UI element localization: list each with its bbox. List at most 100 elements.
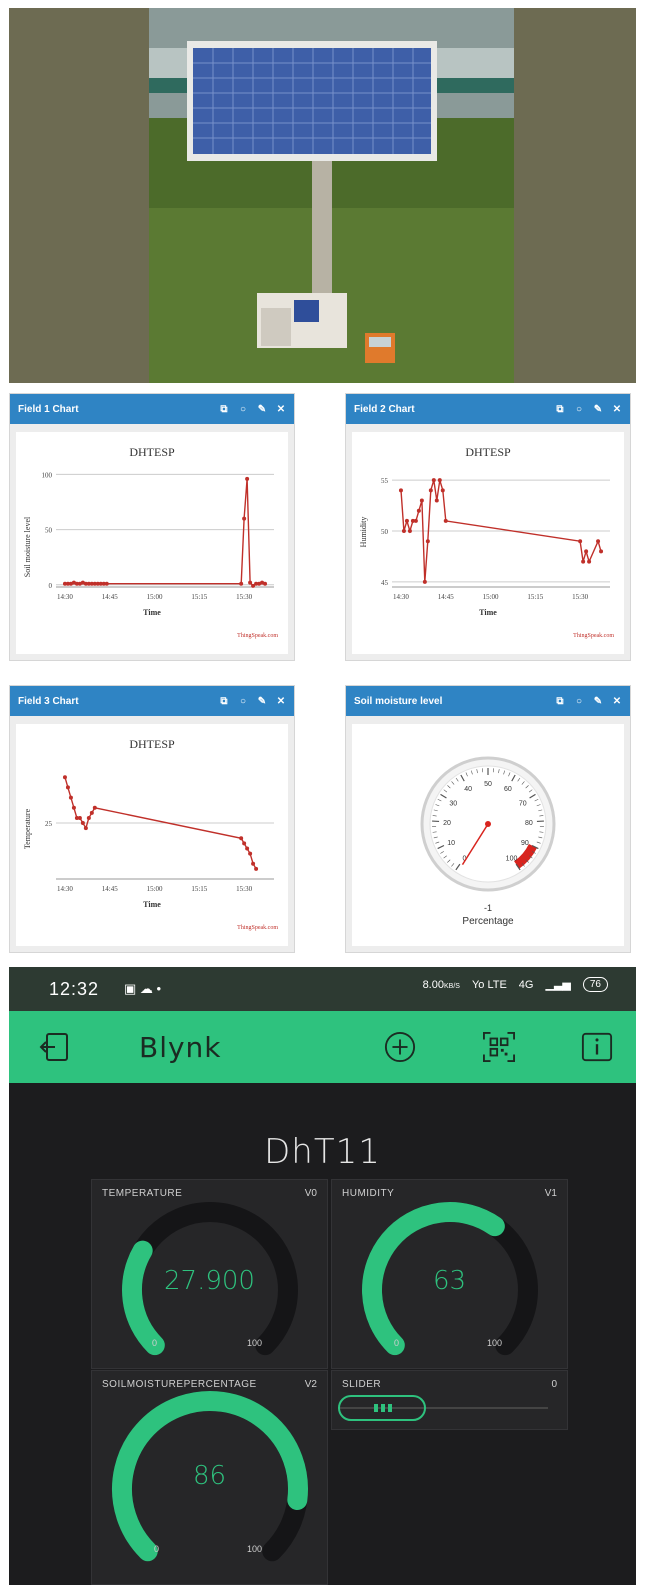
data-point[interactable] (401, 529, 406, 534)
data-point[interactable] (587, 559, 592, 564)
data-point[interactable] (89, 810, 94, 815)
close-icon[interactable]: ✕ (612, 404, 622, 415)
comment-icon[interactable]: ○ (238, 696, 248, 707)
data-point[interactable] (254, 866, 259, 871)
widget-value: 63 (432, 1266, 467, 1296)
y-axis-label: Soil moisture level (23, 516, 32, 577)
data-point[interactable] (437, 478, 442, 483)
app-title: Blynk (139, 1031, 222, 1064)
data-point[interactable] (422, 579, 427, 584)
gauge-min: 0 (154, 1544, 160, 1554)
photo-illustration (9, 8, 636, 383)
edit-pencil-icon[interactable]: ✎ (593, 404, 603, 415)
data-point[interactable] (83, 826, 88, 831)
data-point[interactable] (251, 861, 256, 866)
data-point[interactable] (245, 846, 250, 851)
data-point[interactable] (428, 488, 433, 493)
ts-panel-field3: Field 3 Chart ⧉ ○ ✎ ✕ DHTESP Time Temper… (9, 685, 295, 953)
ts-panel-header: Soil moisture level ⧉ ○ ✎ ✕ (346, 686, 630, 716)
humidity-gauge-widget[interactable]: HUMIDITY V1 63 0 100 (331, 1179, 568, 1369)
data-point[interactable] (86, 815, 91, 820)
series-line (65, 478, 266, 587)
x-tick-label: 14:45 (438, 593, 454, 601)
edit-pencil-icon[interactable]: ✎ (257, 404, 267, 415)
ts-panel-header: Field 3 Chart ⧉ ○ ✎ ✕ (10, 686, 294, 716)
data-point[interactable] (407, 529, 412, 534)
chart-title: DHTESP (129, 737, 175, 751)
ts-panel-header: Field 2 Chart ⧉ ○ ✎ ✕ (346, 394, 630, 424)
close-icon[interactable]: ✕ (612, 696, 622, 707)
y-tick-label: 0 (49, 582, 53, 590)
data-point[interactable] (239, 581, 244, 586)
blynk-phone-screen: 12:32 ▣ ☁ • 8.00KB/S Yo LTE 4G ▁▃▅ 76 Bl… (9, 967, 636, 1585)
data-point[interactable] (104, 581, 109, 586)
external-link-icon[interactable]: ⧉ (555, 696, 565, 707)
data-point[interactable] (416, 508, 421, 513)
data-point[interactable] (599, 549, 604, 554)
status-time: 12:32 (49, 979, 100, 999)
ts-panel-header: Field 1 Chart ⧉ ○ ✎ ✕ (10, 394, 294, 424)
gauge-fill (122, 1240, 165, 1356)
data-point[interactable] (581, 559, 586, 564)
widget-pin: V0 (304, 1188, 317, 1199)
edit-pencil-icon[interactable]: ✎ (593, 696, 603, 707)
soil-moisture-gauge: -1 Percentage 0102030405060708090100 (420, 756, 556, 927)
external-link-icon[interactable]: ⧉ (219, 404, 229, 415)
data-point[interactable] (92, 805, 97, 810)
close-icon[interactable]: ✕ (276, 404, 286, 415)
exit-icon[interactable] (39, 1031, 71, 1063)
data-point[interactable] (248, 580, 253, 585)
info-icon[interactable] (580, 1031, 614, 1063)
data-point[interactable] (77, 815, 82, 820)
qr-code-icon[interactable] (481, 1031, 517, 1063)
data-point[interactable] (419, 498, 424, 503)
data-point[interactable] (443, 518, 448, 523)
gauge-tick-label: 10 (447, 840, 455, 847)
data-point[interactable] (248, 851, 253, 856)
data-point[interactable] (413, 518, 418, 523)
widget-pin: V2 (304, 1379, 317, 1390)
data-point[interactable] (242, 516, 247, 521)
gauge-hub (485, 821, 491, 827)
comment-icon[interactable]: ○ (238, 404, 248, 415)
solar-panel-photo (9, 8, 636, 383)
edit-pencil-icon[interactable]: ✎ (257, 696, 267, 707)
data-point[interactable] (68, 795, 73, 800)
data-point[interactable] (431, 478, 436, 483)
y-tick-label: 100 (42, 471, 53, 479)
comment-icon[interactable]: ○ (574, 404, 584, 415)
data-point[interactable] (404, 518, 409, 523)
x-tick-label: 15:00 (147, 593, 163, 601)
data-point[interactable] (440, 488, 445, 493)
y-tick-label: 50 (381, 528, 389, 536)
widget-label: HUMIDITY (342, 1188, 395, 1199)
data-point[interactable] (71, 805, 76, 810)
data-point[interactable] (584, 549, 589, 554)
slider-handle[interactable] (338, 1395, 426, 1421)
temperature-gauge-widget[interactable]: TEMPERATURE V0 27.900 0 100 (91, 1179, 328, 1369)
external-link-icon[interactable]: ⧉ (555, 404, 565, 415)
data-point[interactable] (62, 775, 67, 780)
comment-icon[interactable]: ○ (574, 696, 584, 707)
data-point[interactable] (398, 488, 403, 493)
slider-widget[interactable]: SLIDER 0 (331, 1370, 568, 1430)
soil-moisture-gauge-widget[interactable]: SOILMOISTUREPERCENTAGE V2 86 0 100 (91, 1370, 328, 1585)
x-tick-label: 14:30 (393, 593, 409, 601)
data-point[interactable] (239, 836, 244, 841)
y-tick-label: 25 (45, 820, 53, 828)
gauge-min: 0 (394, 1338, 400, 1348)
data-point[interactable] (242, 841, 247, 846)
x-axis-label: Time (143, 608, 161, 617)
data-point[interactable] (425, 539, 430, 544)
data-point[interactable] (263, 581, 268, 586)
data-point[interactable] (434, 498, 439, 503)
data-point[interactable] (596, 539, 601, 544)
close-icon[interactable]: ✕ (276, 696, 286, 707)
data-point[interactable] (65, 785, 70, 790)
data-point[interactable] (578, 539, 583, 544)
data-point[interactable] (245, 476, 250, 481)
x-tick-label: 15:15 (191, 885, 207, 893)
add-widget-icon[interactable] (383, 1031, 417, 1063)
data-point[interactable] (80, 821, 85, 826)
external-link-icon[interactable]: ⧉ (219, 696, 229, 707)
